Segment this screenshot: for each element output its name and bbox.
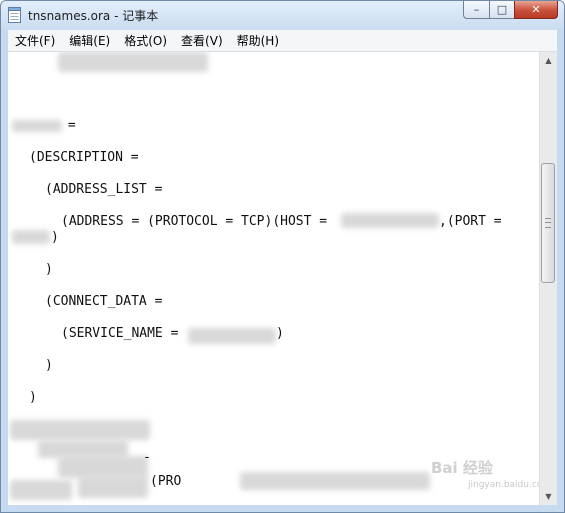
redacted-text	[12, 120, 62, 132]
redacted-text	[240, 472, 430, 490]
text-line: )	[51, 230, 59, 245]
menu-format[interactable]: 格式(O)	[117, 31, 174, 51]
text-line: )	[45, 358, 53, 373]
window-title: tnsnames.ora - 记事本	[28, 9, 159, 23]
redacted-text	[341, 213, 439, 228]
vertical-scrollbar[interactable]: ▲ ▼	[539, 52, 557, 505]
redacted-text	[10, 420, 150, 440]
watermark-text: Bai 经验	[431, 459, 493, 477]
minimize-icon: –	[473, 3, 480, 16]
text-line: )	[29, 390, 37, 405]
text-line: ,(PORT =	[439, 214, 502, 229]
scroll-thumb[interactable]	[541, 163, 555, 283]
redacted-text	[12, 230, 50, 244]
redacted-text	[10, 480, 72, 500]
text-editor[interactable]: = (DESCRIPTION = (ADDRESS_LIST = (ADDRES…	[8, 52, 539, 505]
close-icon: ✕	[531, 3, 541, 16]
text-line: (SERVICE_NAME =	[61, 326, 179, 341]
maximize-icon: □	[496, 3, 508, 16]
text-line: )	[45, 262, 53, 277]
menu-view[interactable]: 查看(V)	[174, 31, 230, 51]
notepad-window: tnsnames.ora - 记事本 – □ ✕ 文件(F) 编辑(E) 格式(…	[0, 0, 565, 513]
close-button[interactable]: ✕	[514, 1, 558, 19]
text-line: (ADDRESS = (PROTOCOL = TCP)(HOST =	[61, 214, 328, 229]
text-line: (ADDRESS_LIST =	[45, 182, 163, 197]
scroll-up-button[interactable]: ▲	[540, 52, 557, 69]
menu-bar: 文件(F) 编辑(E) 格式(O) 查看(V) 帮助(H)	[8, 30, 557, 52]
grip-icon	[545, 218, 551, 228]
menu-help[interactable]: 帮助(H)	[230, 31, 286, 51]
text-line: (PRO	[150, 474, 182, 489]
text-line: (DESCRIPTION =	[29, 150, 139, 165]
scroll-up-icon: ▲	[545, 56, 552, 65]
redacted-text	[58, 52, 208, 72]
text-line: =	[60, 118, 76, 133]
minimize-button[interactable]: –	[463, 1, 489, 19]
caption-buttons: – □ ✕	[463, 1, 558, 21]
redacted-text	[58, 456, 148, 478]
title-bar[interactable]: tnsnames.ora - 记事本 – □ ✕	[1, 1, 564, 30]
scroll-down-icon: ▼	[545, 492, 552, 501]
notepad-icon	[8, 7, 21, 23]
scroll-down-button[interactable]: ▼	[540, 488, 557, 505]
maximize-button[interactable]: □	[489, 1, 514, 19]
menu-file[interactable]: 文件(F)	[8, 31, 62, 51]
text-line: )	[276, 326, 284, 341]
redacted-text	[78, 476, 148, 498]
text-line: (CONNECT_DATA =	[45, 294, 163, 309]
text-line: -	[143, 450, 151, 465]
watermark-subtext: jingyan.baidu.com	[468, 480, 539, 490]
menu-edit[interactable]: 编辑(E)	[62, 31, 117, 51]
redacted-text	[188, 328, 276, 344]
